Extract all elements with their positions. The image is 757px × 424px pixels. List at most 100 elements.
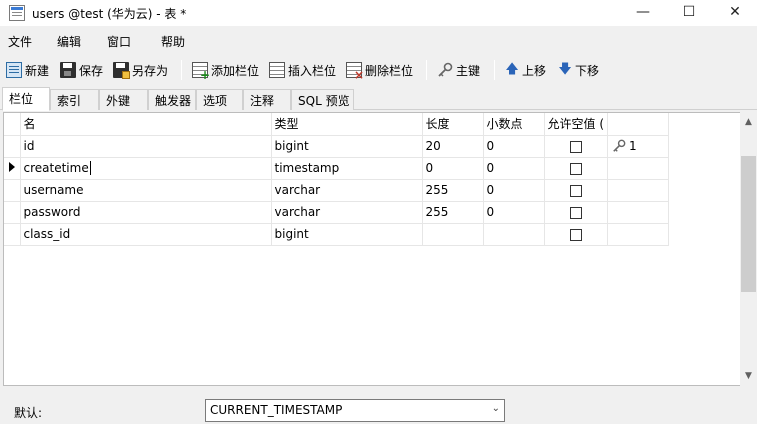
field-key-cell[interactable] <box>607 201 669 224</box>
nullable-checkbox[interactable] <box>569 184 582 197</box>
menu-edit[interactable]: 编辑 <box>57 33 81 50</box>
nullable-checkbox[interactable] <box>569 140 582 153</box>
field-key-cell[interactable]: 1 <box>607 135 669 158</box>
header-nullable[interactable]: 允许空值 ( <box>544 113 608 136</box>
primary-key-button[interactable]: 主键 <box>437 60 480 80</box>
new-button[interactable]: 新建 <box>6 60 49 80</box>
delete-column-button[interactable]: 删除栏位 <box>346 60 414 82</box>
field-type-cell[interactable]: timestamp <box>271 157 423 180</box>
chevron-down-icon[interactable]: ⌄ <box>492 403 500 414</box>
add-column-icon <box>192 62 210 82</box>
scroll-up-arrow-icon[interactable]: ▲ <box>740 114 757 131</box>
field-name-cell[interactable]: username <box>20 179 272 202</box>
add-column-button[interactable]: 添加栏位 <box>192 60 260 82</box>
nullable-checkbox[interactable] <box>569 206 582 219</box>
tab-indexes[interactable]: 索引 <box>50 89 99 110</box>
save-as-icon <box>113 62 130 79</box>
field-name-cell[interactable]: class_id <box>20 223 272 246</box>
save-button[interactable]: 保存 <box>60 60 103 80</box>
field-length-cell[interactable]: 0 <box>422 157 484 180</box>
tab-triggers[interactable]: 触发器 <box>148 89 196 110</box>
fields-grid: 名 类型 长度 小数点 允许空值 ( id bigint 20 0 1 crea… <box>3 112 741 386</box>
field-name-text[interactable]: createtime <box>24 161 89 175</box>
add-column-label: 添加栏位 <box>211 63 260 78</box>
new-table-icon <box>6 62 22 78</box>
header-length[interactable]: 长度 <box>422 113 484 136</box>
table-row[interactable]: class_id bigint <box>4 223 669 246</box>
table-row[interactable]: password varchar 255 0 <box>4 201 669 224</box>
delete-column-label: 删除栏位 <box>365 63 414 78</box>
field-key-cell[interactable] <box>607 157 669 180</box>
row-header-cell[interactable] <box>4 135 21 158</box>
save-label: 保存 <box>79 63 104 78</box>
table-row[interactable]: createtime timestamp 0 0 <box>4 157 669 180</box>
field-decimals-cell[interactable]: 0 <box>483 201 545 224</box>
menu-window[interactable]: 窗口 <box>107 33 131 50</box>
row-header-cell[interactable] <box>4 157 21 180</box>
header-decimals[interactable]: 小数点 <box>483 113 545 136</box>
field-nullable-cell[interactable] <box>544 135 608 158</box>
vertical-scrollbar[interactable]: ▲ ▼ <box>740 112 757 386</box>
header-name[interactable]: 名 <box>20 113 272 136</box>
toolbar-divider <box>426 60 427 80</box>
table-row[interactable]: username varchar 255 0 <box>4 179 669 202</box>
insert-column-button[interactable]: 插入栏位 <box>269 60 336 80</box>
insert-column-label: 插入栏位 <box>288 63 337 78</box>
move-down-label: 下移 <box>575 63 600 78</box>
field-length-cell[interactable]: 255 <box>422 179 484 202</box>
field-length-cell[interactable] <box>422 223 484 246</box>
field-nullable-cell[interactable] <box>544 201 608 224</box>
field-type-cell[interactable]: bigint <box>271 135 423 158</box>
field-key-cell[interactable] <box>607 223 669 246</box>
window-title: users @test (华为云) - 表 * <box>32 7 187 21</box>
menu-help[interactable]: 帮助 <box>161 33 185 50</box>
row-header-cell[interactable] <box>4 179 21 202</box>
tab-sql-preview[interactable]: SQL 预览 <box>291 89 354 110</box>
save-icon <box>60 62 76 78</box>
tab-comments[interactable]: 注释 <box>243 89 291 110</box>
field-type-cell[interactable]: varchar <box>271 201 423 224</box>
scroll-down-arrow-icon[interactable]: ▼ <box>740 368 757 385</box>
save-as-label: 另存为 <box>132 63 169 78</box>
field-key-cell[interactable] <box>607 179 669 202</box>
nullable-checkbox[interactable] <box>569 162 582 175</box>
field-nullable-cell[interactable] <box>544 179 608 202</box>
field-type-cell[interactable]: bigint <box>271 223 423 246</box>
row-header-cell[interactable] <box>4 223 21 246</box>
tab-options[interactable]: 选项 <box>196 89 243 110</box>
field-nullable-cell[interactable] <box>544 223 608 246</box>
minimize-button[interactable]: — <box>620 0 666 26</box>
text-cursor <box>89 161 91 176</box>
field-type-cell[interactable]: varchar <box>271 179 423 202</box>
field-name-cell[interactable]: id <box>20 135 272 158</box>
field-name-cell[interactable]: createtime <box>20 157 272 180</box>
move-down-button[interactable]: 🡇 下移 <box>558 60 599 80</box>
header-type[interactable]: 类型 <box>271 113 423 136</box>
field-decimals-cell[interactable]: 0 <box>483 157 545 180</box>
field-nullable-cell[interactable] <box>544 157 608 180</box>
field-length-cell[interactable]: 255 <box>422 201 484 224</box>
field-decimals-cell[interactable]: 0 <box>483 179 545 202</box>
close-button[interactable]: ✕ <box>712 0 757 26</box>
table-app-icon <box>9 5 25 21</box>
field-name-cell[interactable]: password <box>20 201 272 224</box>
row-header-cell[interactable] <box>4 201 21 224</box>
table-row[interactable]: id bigint 20 0 1 <box>4 135 669 158</box>
field-decimals-cell[interactable] <box>483 223 545 246</box>
fields-table: 名 类型 长度 小数点 允许空值 ( id bigint 20 0 1 crea… <box>4 113 669 246</box>
row-header-cell <box>4 113 21 136</box>
nullable-checkbox[interactable] <box>569 228 582 241</box>
field-decimals-cell[interactable]: 0 <box>483 135 545 158</box>
move-up-button[interactable]: 🡅 上移 <box>505 60 546 80</box>
menu-file[interactable]: 文件 <box>8 33 32 50</box>
scrollbar-thumb[interactable] <box>741 156 756 292</box>
tab-fields[interactable]: 栏位 <box>2 87 50 111</box>
default-value-select[interactable]: CURRENT_TIMESTAMP ⌄ <box>205 399 505 422</box>
toolbar-divider <box>181 60 182 80</box>
key-icon <box>438 62 453 77</box>
maximize-button[interactable]: ☐ <box>666 0 712 26</box>
menu-bar: 文件 编辑 窗口 帮助 <box>0 30 757 52</box>
save-as-button[interactable]: 另存为 <box>113 60 168 80</box>
field-length-cell[interactable]: 20 <box>422 135 484 158</box>
tab-foreign-keys[interactable]: 外键 <box>99 89 148 110</box>
